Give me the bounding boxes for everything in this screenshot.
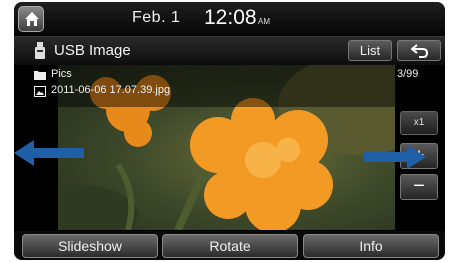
rotate-button[interactable]: Rotate: [162, 234, 298, 258]
image-file-icon: [34, 86, 46, 97]
back-button[interactable]: [397, 40, 441, 61]
zoom-out-button[interactable]: −: [400, 174, 438, 200]
right-arrow-icon[interactable]: [364, 145, 426, 169]
slideshow-button[interactable]: Slideshow: [22, 234, 158, 258]
info-button[interactable]: Info: [303, 234, 439, 258]
usb-icon: [35, 42, 45, 59]
list-button[interactable]: List: [348, 40, 392, 61]
date-display: Feb. 1: [132, 9, 181, 26]
ampm-indicator: AM: [258, 17, 270, 26]
bottom-toolbar: Slideshow Rotate Info: [14, 231, 445, 260]
zoom-level-indicator[interactable]: x1: [400, 111, 438, 135]
back-arrow-icon: [411, 44, 429, 58]
file-name: 2011-06-06 17.07.39.jpg: [51, 84, 171, 96]
source-title: USB Image: [54, 42, 131, 59]
media-screen: Feb. 1 12:08 AM USB Image List Pics 2011…: [14, 2, 445, 260]
home-button[interactable]: [18, 6, 44, 32]
status-bar: Feb. 1 12:08 AM: [14, 2, 445, 37]
home-icon: [25, 12, 39, 26]
clock-display: 12:08: [204, 6, 257, 29]
folder-name: Pics: [51, 68, 72, 80]
title-bar: USB Image List: [14, 37, 445, 65]
image-counter: 3/99: [397, 68, 419, 80]
folder-icon: [34, 71, 46, 80]
left-arrow-icon[interactable]: [14, 140, 84, 166]
